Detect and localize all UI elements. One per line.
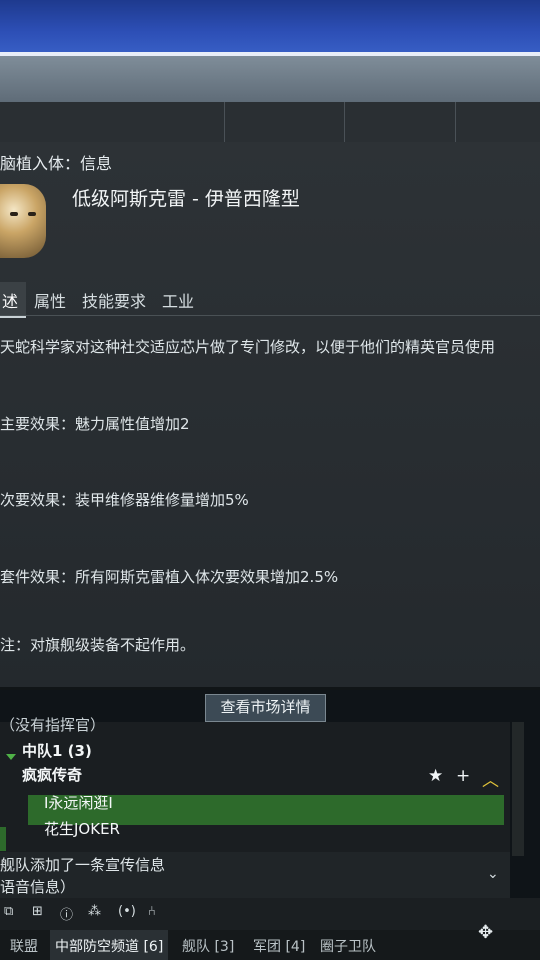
description-intro: 天蛇科学家对这种社交适应芯片做了专门修改，以便于他们的精英官员使用 <box>0 338 496 356</box>
info-tabs: 述 属性 技能要求 工业 <box>0 282 202 318</box>
member-star-icon[interactable]: ★ <box>428 766 443 786</box>
tab-attributes[interactable]: 属性 <box>26 282 74 316</box>
move-icon[interactable]: ✥ <box>478 922 493 943</box>
chat-toolbar <box>0 898 540 930</box>
tab-description[interactable]: 述 <box>0 282 27 318</box>
channel-tab[interactable]: 联盟 <box>10 936 38 956</box>
window-header-bar <box>0 102 540 143</box>
fleet-scrollbar[interactable] <box>512 722 524 856</box>
description-note: 注：对旗舰级装备不起作用。 <box>0 636 196 654</box>
link-icon[interactable]: ⁂ <box>88 904 101 919</box>
panel-separator <box>0 687 540 690</box>
tab-industry[interactable]: 工业 <box>154 282 202 316</box>
chat-line: 舰队添加了一条宣传信息 <box>0 856 166 874</box>
desktop-background <box>0 0 540 58</box>
tab-divider <box>0 315 540 316</box>
chat-line: 语音信息） <box>0 878 76 896</box>
description-primary-effect: 主要效果：魅力属性值增加2 <box>0 415 190 433</box>
window-title: 脑植入体：信息 <box>0 154 113 173</box>
fleet-commander: （没有指挥官） <box>0 716 106 734</box>
info-icon[interactable]: ⓘ <box>60 904 73 923</box>
implant-portrait-icon <box>0 184 46 258</box>
window-frame <box>0 56 540 102</box>
channel-tab-active[interactable]: 中部防空频道 [6] <box>55 936 163 956</box>
squad-expand-icon[interactable] <box>6 754 16 760</box>
description-secondary-effect: 次要效果：装甲维修器维修量增加5% <box>0 491 249 509</box>
fleet-member[interactable]: 花生JOKER <box>44 818 120 839</box>
member-indicator <box>0 827 6 851</box>
channel-tab[interactable]: 圈子卫队 <box>320 936 376 956</box>
share-icon[interactable]: ⑃ <box>148 904 156 919</box>
channel-tab[interactable]: 军团 [4] <box>253 936 305 956</box>
channel-tab[interactable]: 舰队 [3] <box>182 936 234 956</box>
member-chevron-icon[interactable]: ︿ <box>482 766 499 791</box>
chat-window-icon[interactable]: ⧉ <box>4 904 13 919</box>
fleet-member[interactable]: I永远闲逛I <box>44 792 113 813</box>
audio-icon[interactable]: (•) <box>118 904 136 919</box>
view-market-details-button[interactable]: 查看市场详情 <box>205 694 326 722</box>
description-set-bonus: 套件效果：所有阿斯克雷植入体次要效果增加2.5% <box>0 568 339 586</box>
fleet-member[interactable]: 疯疯传奇 <box>22 764 82 785</box>
member-plus-icon[interactable]: + <box>456 766 470 786</box>
fleet-squad[interactable]: 中队1 (3) <box>22 740 92 761</box>
chevron-down-icon[interactable]: ⌄ <box>487 866 499 882</box>
item-name: 低级阿斯克雷 - 伊普西隆型 <box>72 188 300 210</box>
broadcast-icon[interactable]: ⊞ <box>32 904 43 919</box>
tab-skill-requirements[interactable]: 技能要求 <box>74 282 154 316</box>
